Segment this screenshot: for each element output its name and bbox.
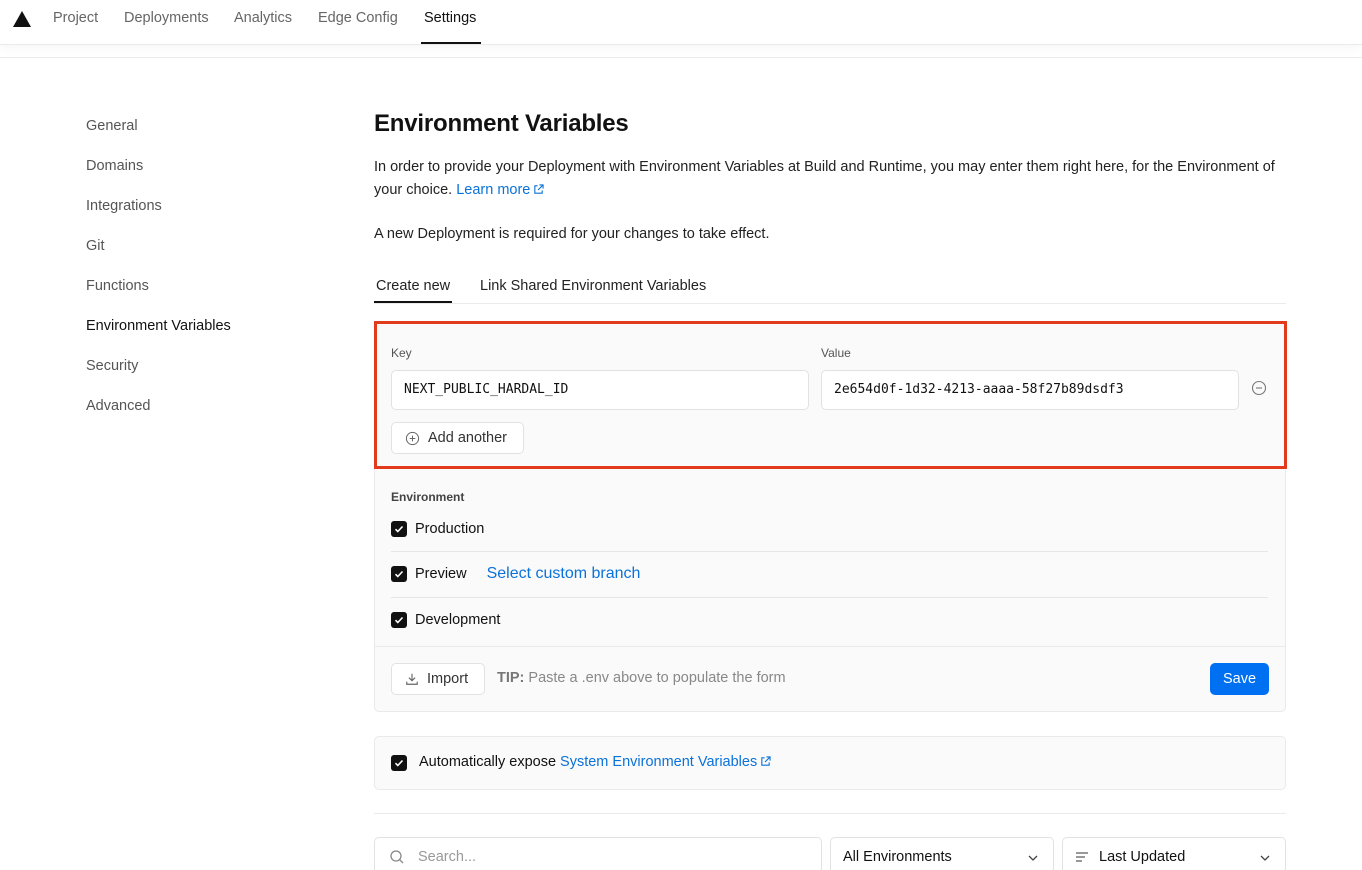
tip-label: TIP: (497, 670, 525, 686)
development-checkbox[interactable] (391, 612, 407, 628)
import-divider (374, 646, 1286, 647)
key-input[interactable]: NEXT_PUBLIC_HARDAL_ID (391, 370, 809, 410)
sidebar-item-git[interactable]: Git (86, 238, 105, 254)
chevron-down-icon (1260, 855, 1270, 861)
development-label: Development (415, 612, 501, 628)
nav-tab-deployments[interactable]: Deployments (124, 0, 209, 44)
learn-more-label: Learn more (456, 182, 531, 198)
tab-link-shared[interactable]: Link Shared Environment Variables (480, 278, 706, 303)
production-checkbox[interactable] (391, 520, 407, 537)
nav-tab-project[interactable]: Project (53, 0, 98, 44)
value-input[interactable]: 2e654d0f-1d32-4213-aaaa-58f27b89dsdf3 (821, 370, 1239, 410)
tip-body: Paste a .env above to populate the form (528, 670, 786, 686)
page-description: In order to provide your Deployment with… (374, 156, 1289, 202)
nav-tab-edge-config[interactable]: Edge Config (318, 0, 398, 44)
system-env-vars-label: System Environment Variables (560, 754, 758, 770)
system-env-vars-link[interactable]: System Environment Variables (560, 754, 771, 770)
preview-checkbox[interactable] (391, 566, 407, 582)
filters-divider (374, 813, 1286, 814)
page-title: Environment Variables (374, 110, 629, 137)
header-divider (0, 57, 1362, 58)
external-link-icon (534, 184, 545, 194)
chevron-down-icon (1028, 855, 1038, 861)
add-another-button[interactable]: Add another (391, 422, 524, 454)
search-input[interactable]: Search... (374, 837, 822, 870)
sidebar-item-domains[interactable]: Domains (86, 158, 143, 174)
sidebar-item-general[interactable]: General (86, 118, 138, 134)
search-icon (390, 850, 404, 864)
environment-label: Environment (391, 490, 465, 504)
learn-more-link[interactable]: Learn more (456, 182, 545, 198)
key-label: Key (391, 346, 412, 360)
auto-expose-label: Automatically expose (419, 754, 557, 770)
nav-tab-settings[interactable]: Settings (421, 0, 481, 44)
preview-label: Preview (415, 566, 467, 582)
check-icon (394, 570, 404, 578)
environment-select[interactable]: All Environments (830, 837, 1054, 870)
sort-select[interactable]: Last Updated (1062, 837, 1286, 870)
tip-text: TIP: Paste a .env above to populate the … (497, 670, 786, 686)
plus-circle-icon (405, 431, 420, 445)
save-button[interactable]: Save (1210, 663, 1269, 695)
add-another-label: Add another (428, 430, 508, 446)
deployment-note: A new Deployment is required for your ch… (374, 226, 770, 242)
vercel-logo-icon[interactable] (12, 10, 32, 28)
nav-tab-analytics[interactable]: Analytics (234, 0, 292, 44)
tabs-divider (374, 303, 1286, 304)
production-label: Production (415, 520, 485, 537)
check-icon (394, 616, 404, 624)
remove-row-icon[interactable] (1251, 380, 1267, 396)
env-option-production[interactable]: Production (391, 506, 1268, 551)
sidebar-item-integrations[interactable]: Integrations (86, 198, 162, 214)
sort-select-value: Last Updated (1099, 849, 1186, 865)
top-nav: Project Deployments Analytics Edge Confi… (0, 0, 1362, 44)
environment-select-value: All Environments (843, 849, 952, 865)
sidebar-item-security[interactable]: Security (86, 358, 138, 374)
auto-expose-checkbox[interactable] (391, 755, 407, 771)
value-label: Value (821, 346, 851, 360)
select-custom-branch-link[interactable]: Select custom branch (487, 565, 641, 583)
tab-create-new[interactable]: Create new (374, 278, 453, 303)
search-placeholder: Search... (418, 849, 477, 865)
import-button[interactable]: Import (391, 663, 485, 695)
import-label: Import (427, 671, 469, 687)
check-icon (394, 525, 404, 533)
auto-expose-text: Automatically expose System Environment … (419, 754, 771, 770)
sidebar-item-functions[interactable]: Functions (86, 278, 149, 294)
env-option-preview[interactable]: Preview Select custom branch (391, 551, 1268, 596)
env-option-development[interactable]: Development (391, 597, 1268, 642)
external-link-icon (761, 756, 771, 766)
check-icon (394, 759, 404, 767)
sidebar-item-environment-variables[interactable]: Environment Variables (86, 318, 231, 334)
download-icon (406, 673, 418, 685)
sort-icon (1076, 852, 1088, 862)
sidebar-item-advanced[interactable]: Advanced (86, 398, 151, 414)
